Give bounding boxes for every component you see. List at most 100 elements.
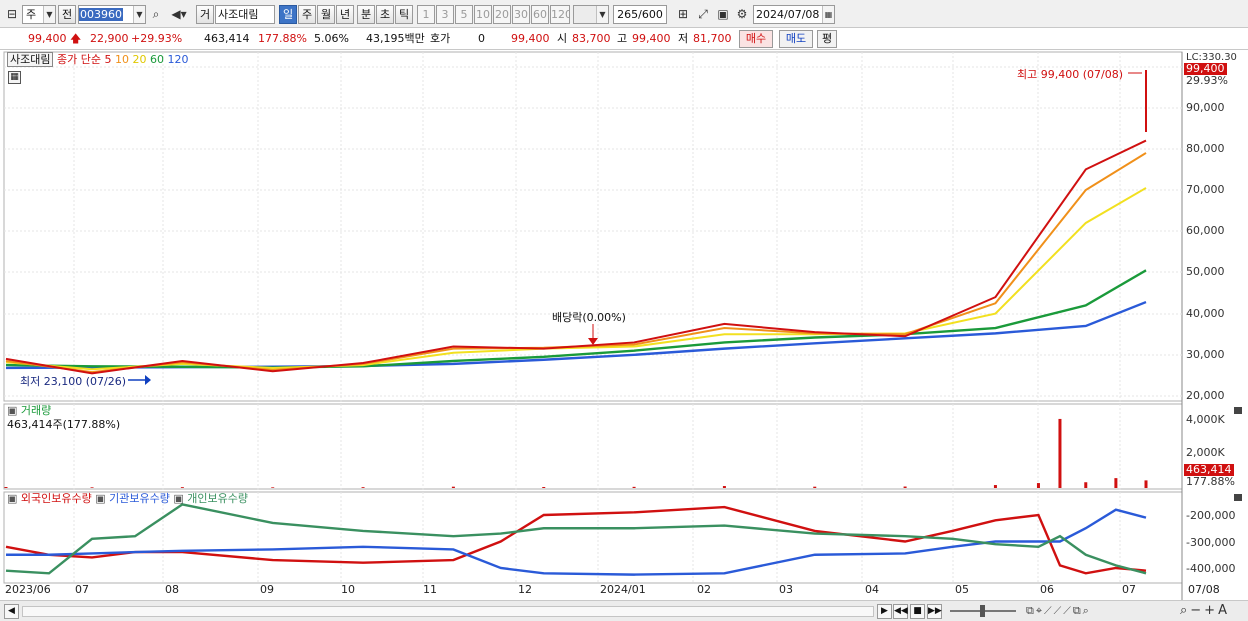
period-second-button[interactable]: 초 [376, 5, 394, 24]
period-month-button[interactable]: 월 [317, 5, 335, 24]
candle-type-icon[interactable]: ⊞ [674, 5, 692, 24]
holdings-pane-close-icon[interactable] [1234, 494, 1242, 501]
table-toggle-icon[interactable]: ▦ [8, 71, 21, 84]
high-price: 99,400 [632, 32, 671, 45]
draw-tool-icon[interactable]: ⤢ [694, 5, 712, 24]
volume-bar [1114, 478, 1118, 488]
chevron-down-icon: ▼ [133, 6, 145, 23]
stop-icon[interactable]: ■ [910, 604, 925, 619]
x-axis-label: 03 [779, 583, 793, 596]
buy-button[interactable]: 매수 [739, 30, 773, 48]
low-annotation: 최저 23,100 (07/26) [20, 375, 127, 388]
period-year-button[interactable]: 년 [336, 5, 354, 24]
chart-canvas[interactable] [0, 50, 1248, 600]
volume-pane-close-icon[interactable] [1234, 407, 1242, 414]
bid-price: 99,400 [511, 32, 550, 45]
x-axis-label: 02 [697, 583, 711, 596]
bar-count-input[interactable]: 265/600 [613, 5, 667, 24]
interval-30-button[interactable]: 30 [512, 5, 530, 24]
ma60-legend: 60 [149, 53, 164, 66]
hoga-label: 호가 [430, 32, 451, 45]
calendar-icon: ▦ [822, 6, 834, 23]
gear-icon[interactable]: ⚙ [733, 5, 751, 24]
hoga-value: 0 [478, 32, 485, 45]
market-select[interactable]: 주 ▼ [22, 5, 56, 24]
price-y-tick: 90,000 [1186, 101, 1225, 114]
x-axis-label: 06 [1040, 583, 1054, 596]
interval-10-button[interactable]: 10 [474, 5, 492, 24]
stock-code-input[interactable]: 003960 ▼ [78, 5, 146, 24]
prev-button[interactable]: 전 [58, 5, 76, 24]
price-y-tick: 70,000 [1186, 183, 1225, 196]
ma-legend-label: 종가 단순 [56, 53, 101, 66]
stock-name-legend: 사조대림 [7, 52, 54, 67]
rewind-icon[interactable]: ◀◀ [893, 604, 908, 619]
low-label: 저 [678, 32, 689, 45]
holdings-y-tick: -200,000 [1186, 509, 1236, 522]
volume-value: 463,414 [204, 32, 250, 45]
volume-bar [1058, 418, 1062, 488]
scroll-track[interactable] [22, 606, 874, 617]
volume-bar [1084, 482, 1088, 488]
search-icon[interactable]: ⌕ [147, 5, 165, 24]
horizontal-scrollbar[interactable]: ◀ ▶ ◀◀ ■ ▶▶ ⧉⌖⟋⟋⟋⧉⌕ ⌕−+A [0, 600, 1248, 621]
low-price: 81,700 [693, 32, 732, 45]
speaker-icon[interactable]: ◀▾ [166, 5, 192, 24]
interval-5-button[interactable]: 5 [455, 5, 473, 24]
volume-bar [993, 485, 997, 488]
high-label: 고 [617, 32, 628, 45]
quote-bar: 99,400 🡅 22,900 +29.93% 463,414 177.88% … [0, 28, 1248, 50]
volume-bar [542, 487, 546, 488]
price-y-tick: 50,000 [1186, 265, 1225, 278]
volume-pane-frame [3, 403, 1183, 490]
window-menu-icon[interactable]: ⊟ [3, 5, 21, 24]
fast-forward-icon[interactable]: ▶▶ [927, 604, 942, 619]
x-axis-label: 07 [75, 583, 89, 596]
volume-bar [451, 486, 455, 488]
period-minute-button[interactable]: 분 [357, 5, 375, 24]
ma120-legend: 120 [167, 53, 189, 66]
zoom-controls-icon[interactable]: ⌕−+A [1180, 603, 1230, 618]
price-y-tick: 20,000 [1186, 389, 1225, 402]
average-button[interactable]: 평 [817, 30, 837, 48]
sell-button[interactable]: 매도 [779, 30, 813, 48]
holdings-legend: ▣ 외국인보유수량 ▣ 기관보유수량 ▣ 개인보유수량 [7, 492, 249, 505]
exchange-button[interactable]: 거 [196, 5, 214, 24]
x-axis-label: 12 [518, 583, 532, 596]
volume-bar [813, 486, 817, 488]
ma10-legend: 10 [114, 53, 129, 66]
volume-bar [180, 487, 184, 488]
custom-interval-select[interactable]: ▼ [573, 5, 609, 24]
ma20-legend: 20 [132, 53, 147, 66]
scroll-right-icon[interactable]: ▶ [877, 604, 892, 619]
scroll-left-icon[interactable]: ◀ [4, 604, 19, 619]
period-tick-button[interactable]: 틱 [395, 5, 413, 24]
period-day-button[interactable]: 일 [279, 5, 297, 24]
volume-bar [1036, 483, 1040, 488]
open-price: 83,700 [572, 32, 611, 45]
individual-legend: 개인보유수량 [187, 492, 249, 505]
stock-name-field: 사조대림 [215, 5, 275, 24]
interval-120-button[interactable]: 120 [550, 5, 570, 24]
foreign-legend: 외국인보유수량 [20, 492, 92, 505]
price-y-tick: 40,000 [1186, 307, 1225, 320]
interval-20-button[interactable]: 20 [493, 5, 511, 24]
date-input[interactable]: 2024/07/08 ▦ [753, 5, 835, 24]
date-value: 2024/07/08 [756, 8, 820, 21]
price-y-tick: 60,000 [1186, 224, 1225, 237]
holdings-y-tick: -400,000 [1186, 562, 1236, 575]
save-icon[interactable]: ▣ [714, 5, 732, 24]
current-price: 99,400 🡅 [28, 32, 82, 45]
drawing-tools-icon[interactable]: ⧉⌖⟋⟋⟋⧉⌕ [1026, 604, 1091, 618]
up-arrow-icon: 🡅 [70, 32, 82, 45]
zoom-slider-handle[interactable] [980, 605, 985, 617]
period-week-button[interactable]: 주 [298, 5, 316, 24]
interval-60-button[interactable]: 60 [531, 5, 549, 24]
interval-3-button[interactable]: 3 [436, 5, 454, 24]
x-axis-label: 09 [260, 583, 274, 596]
volume-bar [4, 487, 8, 488]
volume-title: 거래량 [20, 404, 52, 417]
x-axis-label: 05 [955, 583, 969, 596]
x-axis-label: 2023/06 [5, 583, 51, 596]
interval-1-button[interactable]: 1 [417, 5, 435, 24]
